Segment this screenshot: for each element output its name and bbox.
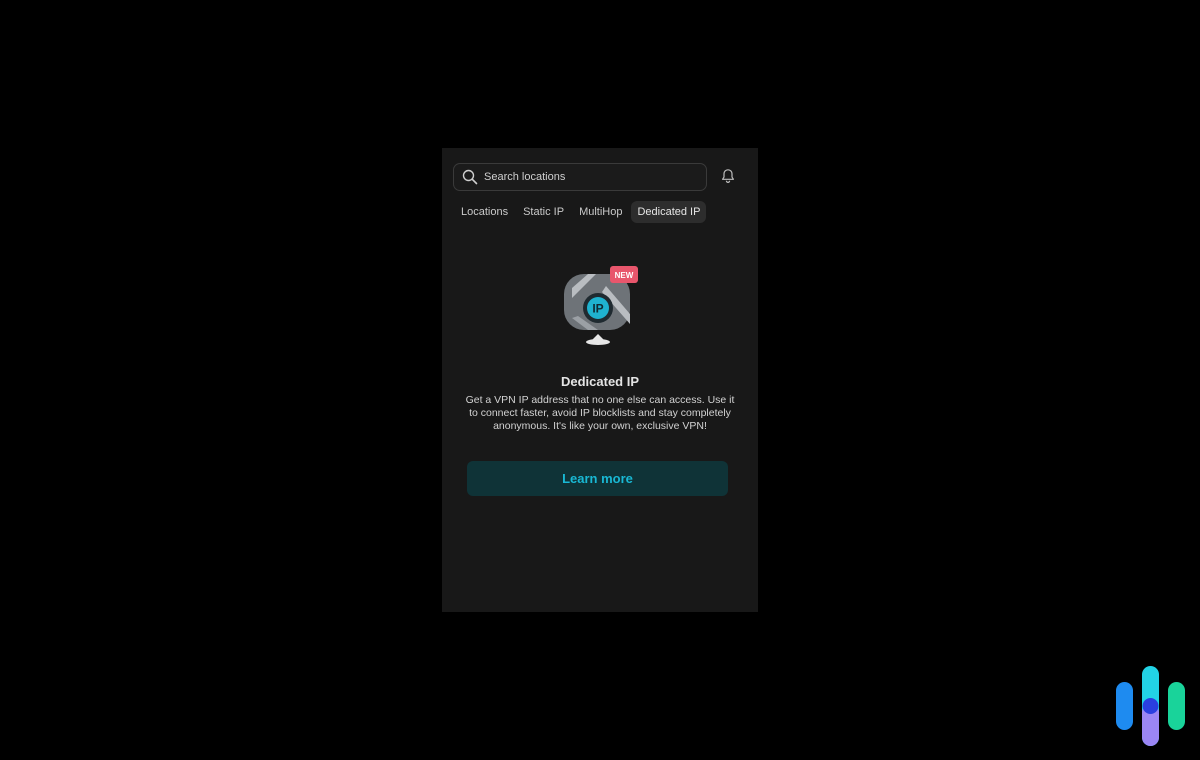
dedicated-ip-illustration: IP NEW [558, 264, 642, 350]
tab-dedicated-ip[interactable]: Dedicated IP [631, 200, 707, 223]
vpn-app-panel: Locations Static IP MultiHop Dedicated I… [442, 148, 758, 612]
feature-description: Get a VPN IP address that no one else ca… [465, 394, 735, 432]
feature-title: Dedicated IP [560, 374, 640, 389]
ip-label: IP [592, 302, 603, 316]
search-bar[interactable] [453, 163, 707, 191]
tab-locations[interactable]: Locations [455, 201, 514, 223]
tab-multihop[interactable]: MultiHop [573, 201, 628, 223]
tab-static-ip[interactable]: Static IP [517, 201, 570, 223]
brand-logo [1112, 666, 1192, 748]
learn-more-button[interactable]: Learn more [467, 461, 728, 496]
brand-logo-icon [1116, 666, 1185, 746]
dedicated-ip-icon: IP NEW [564, 266, 638, 345]
bell-icon[interactable] [719, 167, 737, 185]
location-tabs: Locations Static IP MultiHop Dedicated I… [455, 200, 707, 223]
search-icon [461, 168, 479, 186]
search-input[interactable] [484, 171, 706, 183]
new-badge: NEW [615, 271, 634, 280]
